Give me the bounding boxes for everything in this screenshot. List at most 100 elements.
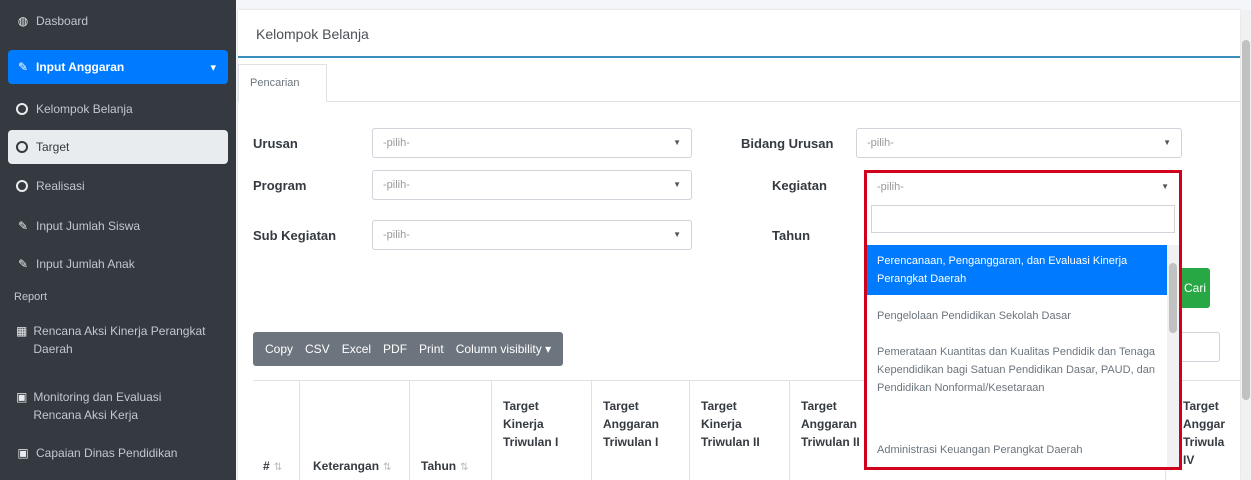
caret-down-icon: ▼ (1163, 138, 1171, 147)
sort-icon: ⇅ (460, 462, 469, 473)
caret-down-icon: ▼ (673, 180, 681, 189)
sidebar-item-label: Kelompok Belanja (36, 102, 133, 116)
sidebar-item-target[interactable]: Target (8, 130, 228, 164)
sort-icon: ⇅ (383, 462, 392, 473)
dropdown-scroll-thumb[interactable] (1169, 263, 1177, 333)
urusan-select[interactable]: -pilih- ▼ (372, 128, 692, 158)
header-keterangan[interactable]: Keterangan ⇅ (313, 457, 391, 477)
dashboard-icon: ◍ (17, 14, 29, 28)
header-text: Keterangan (313, 459, 380, 473)
header-text: Tahun (421, 459, 457, 473)
page-scroll-thumb[interactable] (1242, 40, 1250, 400)
export-toolbar: Copy CSV Excel PDF Print Column visibili… (253, 332, 564, 366)
circle-icon (16, 103, 28, 115)
header-target-kinerja-2[interactable]: Target Kinerja Triwulan II (701, 397, 771, 451)
title-divider (238, 56, 1240, 58)
dropdown-scrollbar[interactable] (1167, 245, 1179, 467)
bidang-urusan-select[interactable]: -pilih- ▼ (856, 128, 1182, 158)
print-button[interactable]: Print (413, 332, 450, 366)
sidebar-item-dasboard[interactable]: ◍ Dasboard (8, 10, 228, 32)
sidebar-item-input-anggaran[interactable]: ✎ Input Anggaran ▾ (8, 50, 228, 84)
sidebar-item-label: Input Anggaran (36, 60, 125, 74)
sidebar-item-label: Input Jumlah Anak (36, 257, 135, 271)
column-divider (491, 381, 492, 480)
kegiatan-value: -pilih- (877, 181, 904, 193)
circle-icon (16, 141, 28, 153)
page-scrollbar[interactable] (1241, 10, 1251, 480)
edit-icon: ✎ (17, 257, 29, 271)
header-text: Target Anggaran Triwulan II (801, 399, 860, 449)
image-icon: ▣ (17, 446, 29, 460)
sidebar-item-input-jumlah-siswa[interactable]: ✎ Input Jumlah Siswa (8, 215, 228, 237)
tab-pencarian[interactable]: Pencarian (238, 64, 327, 102)
kegiatan-label: Kegiatan (772, 178, 827, 193)
caret-down-icon: ▼ (1161, 182, 1169, 191)
tab-divider (327, 101, 1240, 102)
circle-icon (16, 180, 28, 192)
dropdown-option[interactable]: Administrasi Keuangan Perangkat Daerah (867, 441, 1167, 459)
dropdown-option[interactable]: Perencanaan, Penganggaran, dan Evaluasi … (867, 245, 1167, 295)
sidebar: ◍ Dasboard ✎ Input Anggaran ▾ Kelompok B… (0, 0, 236, 480)
header-text: Target Anggaran Triwulan I (603, 399, 660, 449)
caret-down-icon: ▼ (673, 138, 681, 147)
sidebar-item-realisasi[interactable]: Realisasi (8, 175, 228, 197)
copy-button[interactable]: Copy (253, 332, 299, 366)
header-target-anggaran-1[interactable]: Target Anggaran Triwulan I (603, 397, 673, 451)
chevron-down-icon: ▾ (210, 61, 216, 74)
sidebar-item-kelompok-belanja[interactable]: Kelompok Belanja (8, 98, 228, 120)
program-value: -pilih- (383, 179, 410, 191)
excel-button[interactable]: Excel (336, 332, 377, 366)
column-divider (689, 381, 690, 480)
sidebar-item-rencana-aksi[interactable]: ▦ Rencana Aksi Kinerja Perangkat Daerah (8, 322, 208, 358)
dropdown-option[interactable]: Pengelolaan Pendidikan Sekolah Dasar (867, 307, 1167, 325)
sidebar-item-monitoring[interactable]: ▣ Monitoring dan Evaluasi Rencana Aksi K… (8, 388, 208, 424)
cari-button[interactable]: Cari (1180, 268, 1210, 308)
column-divider (299, 381, 300, 480)
header-text: Target Kinerja Triwulan I (503, 399, 559, 449)
kegiatan-select[interactable]: -pilih- ▼ (867, 173, 1179, 201)
header-text: # (263, 459, 270, 473)
sort-icon: ⇅ (273, 462, 283, 473)
sidebar-item-capaian[interactable]: ▣ Capaian Dinas Pendidikan (8, 444, 208, 462)
csv-button[interactable]: CSV (299, 332, 336, 366)
sidebar-section-report: Report (14, 291, 48, 303)
sidebar-item-input-jumlah-anak[interactable]: ✎ Input Jumlah Anak (8, 253, 228, 275)
header-target-kinerja-1[interactable]: Target Kinerja Triwulan I (503, 397, 573, 451)
sub-kegiatan-select[interactable]: -pilih- ▼ (372, 220, 692, 250)
sub-kegiatan-label: Sub Kegiatan (253, 228, 337, 243)
tahun-label: Tahun (772, 228, 811, 243)
calendar-icon: ▦ (16, 324, 28, 338)
pdf-button[interactable]: PDF (377, 332, 413, 366)
edit-icon: ✎ (17, 219, 29, 233)
header-target-anggaran-2[interactable]: Target Anggaran Triwulan II (801, 397, 863, 451)
column-divider (591, 381, 592, 480)
header-tahun[interactable]: Tahun ⇅ (421, 457, 469, 477)
sidebar-item-label: Rencana Aksi Kinerja Perangkat Daerah (33, 324, 206, 356)
urusan-value: -pilih- (383, 137, 410, 149)
sidebar-item-label: Dasboard (36, 14, 89, 28)
sidebar-item-label: Input Jumlah Siswa (36, 219, 141, 233)
program-label: Program (253, 178, 307, 193)
sidebar-item-label: Capaian Dinas Pendidikan (36, 446, 178, 460)
header-text: Target Kinerja Triwulan II (701, 399, 760, 449)
program-select[interactable]: -pilih- ▼ (372, 170, 692, 200)
sub-kegiatan-value: -pilih- (383, 229, 410, 241)
header-text: Target Anggar Triwula IV (1183, 399, 1225, 467)
column-divider (409, 381, 410, 480)
sidebar-item-label: Target (36, 140, 70, 154)
bidang-urusan-label: Bidang Urusan (741, 136, 834, 151)
dropdown-search-input[interactable] (871, 205, 1175, 233)
column-divider (789, 381, 790, 480)
column-visibility-button[interactable]: Column visibility ▾ (450, 332, 563, 366)
dropdown-options: Perencanaan, Penganggaran, dan Evaluasi … (867, 245, 1179, 473)
header-index[interactable]: # ⇅ (263, 457, 282, 477)
urusan-label: Urusan (253, 136, 298, 151)
image-icon: ▣ (16, 390, 28, 404)
kegiatan-select-dropdown[interactable]: -pilih- ▼ Perencanaan, Penganggaran, dan… (864, 170, 1182, 470)
dropdown-option[interactable]: Pemerataan Kuantitas dan Kualitas Pendid… (867, 343, 1167, 397)
caret-down-icon: ▼ (673, 230, 681, 239)
header-target-anggaran-4[interactable]: Target Anggar Triwula IV (1183, 397, 1235, 469)
sidebar-item-label: Realisasi (36, 179, 85, 193)
edit-icon: ✎ (17, 60, 29, 74)
bidang-urusan-value: -pilih- (867, 137, 894, 149)
